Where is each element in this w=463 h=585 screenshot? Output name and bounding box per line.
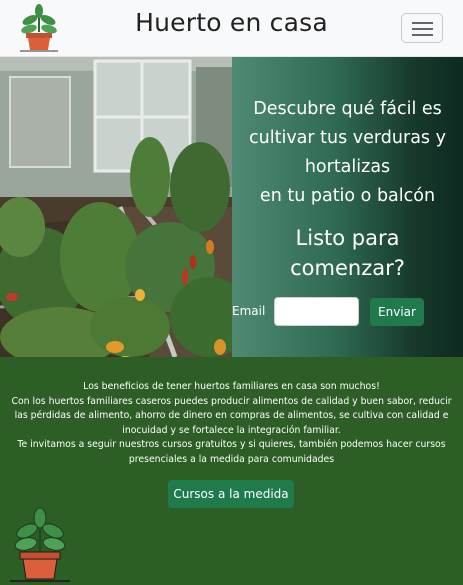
navbar: Huerto en casa (0, 0, 463, 57)
hero-section: Descubre qué fácil es cultivar tus verdu… (0, 57, 463, 357)
custom-courses-button[interactable]: Cursos a la medida (168, 480, 294, 508)
benefits-text: Los beneficios de tener huertos familiar… (8, 380, 455, 467)
hero-headline-line: cultivar tus verduras y (249, 128, 446, 148)
page-title: Huerto en casa (135, 8, 328, 37)
hero-question-line: comenzar? (290, 256, 405, 280)
hero-headline-line: Descubre qué fácil es (253, 99, 442, 119)
email-input[interactable] (274, 297, 359, 326)
hero-headline: Descubre qué fácil es cultivar tus verdu… (232, 95, 463, 211)
hero-question: Listo para comenzar? (232, 223, 463, 283)
email-form: Email Enviar (232, 297, 463, 327)
hero-headline-line: hortalizas (304, 157, 391, 177)
hero-headline-line: en tu patio o balcón (259, 186, 436, 206)
benefits-line: las pérdidas de alimento, ahorro de dine… (14, 410, 449, 421)
hero-question-line: Listo para (295, 226, 400, 250)
benefits-line: Los beneficios de tener huertos familiar… (83, 381, 380, 392)
navbar-toggler-button[interactable] (401, 13, 443, 43)
potted-plant-icon (10, 507, 70, 582)
benefits-section: Los beneficios de tener huertos familiar… (0, 357, 463, 585)
signup-panel: Descubre qué fácil es cultivar tus verdu… (232, 57, 463, 357)
benefits-line: Te invitamos a seguir nuestros cursos gr… (17, 439, 446, 450)
benefits-line: Con los huertos familiares caseros puede… (11, 395, 452, 407)
garden-photo (0, 57, 232, 357)
email-label: Email (232, 304, 266, 318)
benefits-line: inocuidad y se fortalece la integración … (122, 424, 341, 436)
send-button[interactable]: Enviar (370, 298, 424, 326)
benefits-line: presenciales a la medida para comunidade… (128, 453, 335, 465)
